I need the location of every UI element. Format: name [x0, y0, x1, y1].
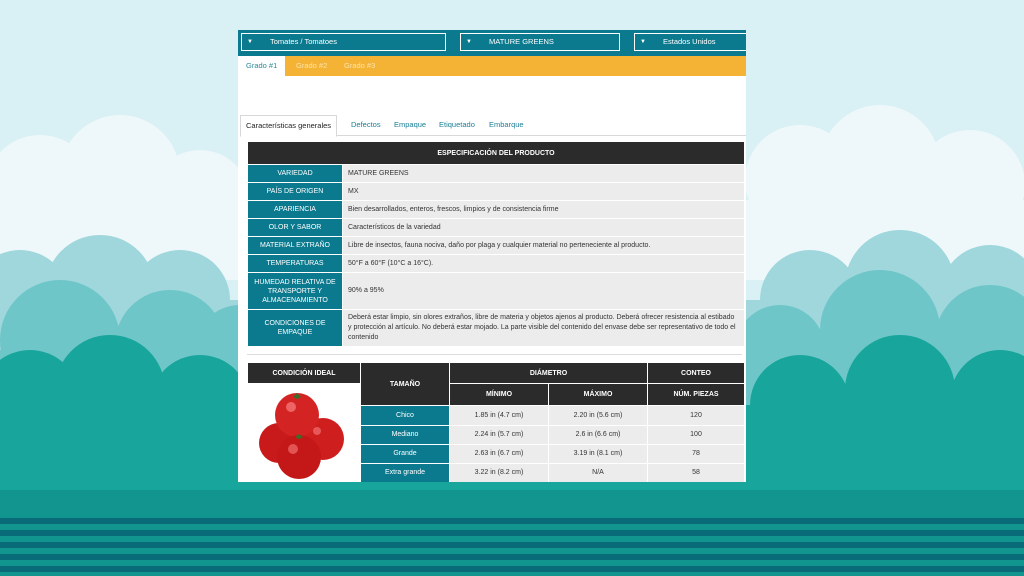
spec-value: 50°F a 60°F (10°C a 16°C). — [343, 255, 744, 272]
grade-tabs: Grado #1 Grado #2 Grado #3 — [238, 56, 746, 76]
min-value: 2.63 in (6.7 cm) — [450, 444, 548, 463]
spec-value: 90% a 95% — [343, 273, 744, 309]
max-value: 2.6 in (6.6 cm) — [549, 425, 647, 444]
tab-empaque[interactable]: Empaque — [389, 115, 431, 135]
table-row: PAÍS DE ORIGEN MX — [248, 183, 744, 200]
size-label: Mediano — [361, 425, 449, 444]
tab-embarque[interactable]: Embarque — [484, 115, 529, 135]
product-dropdown[interactable]: ▼ Tomates / Tomatoes — [241, 33, 446, 51]
spec-value: Característicos de la variedad — [343, 219, 744, 236]
country-dropdown-value: Estados Unidos — [663, 37, 716, 46]
table-row: TEMPERATURAS 50°F a 60°F (10°C a 16°C). — [248, 255, 744, 272]
country-dropdown[interactable]: ▼ Estados Unidos — [634, 33, 746, 51]
tab-defectos[interactable]: Defectos — [346, 115, 386, 135]
spec-label: MATERIAL EXTRAÑO — [248, 237, 342, 254]
tomato-image — [248, 384, 360, 482]
chevron-down-icon: ▼ — [466, 39, 472, 45]
diameter-header: DIÁMETRO — [450, 363, 647, 383]
tomato-image-graphic — [259, 393, 344, 479]
table-row: MATERIAL EXTRAÑO Libre de insectos, faun… — [248, 237, 744, 254]
pieces-header: NÚM. PIEZAS — [648, 384, 744, 406]
spec-label: VARIEDAD — [248, 165, 342, 182]
size-header: TAMAÑO — [361, 363, 449, 406]
spec-label: OLOR Y SABOR — [248, 219, 342, 236]
tab-etiquetado[interactable]: Etiquetado — [434, 115, 480, 135]
count-value: 120 — [648, 406, 744, 425]
min-header: MÍNIMO — [450, 384, 548, 406]
max-value: N/A — [549, 463, 647, 482]
tab-grade-3[interactable]: Grado #3 — [336, 56, 383, 76]
min-value: 1.85 in (4.7 cm) — [450, 406, 548, 425]
spec-table: ESPECIFICACIÓN DEL PRODUCTO VARIEDAD MAT… — [247, 141, 745, 347]
count-value: 78 — [648, 444, 744, 463]
ideal-header: CONDICIÓN IDEAL — [248, 363, 360, 383]
spec-label: APARIENCIA — [248, 201, 342, 218]
filter-bar: ▼ Tomates / Tomatoes ▼ MATURE GREENS ▼ E… — [238, 30, 746, 56]
max-header: MÁXIMO — [549, 384, 647, 406]
size-label: Chico — [361, 406, 449, 425]
divider — [247, 354, 742, 355]
spec-value: Deberá estar limpio, sin olores extraños… — [343, 310, 744, 346]
table-row: VARIEDAD MATURE GREENS — [248, 165, 744, 182]
min-value: 3.22 in (8.2 cm) — [450, 463, 548, 482]
product-panel: ▼ Tomates / Tomatoes ▼ MATURE GREENS ▼ E… — [238, 30, 746, 482]
min-value: 2.24 in (5.7 cm) — [450, 425, 548, 444]
spec-label: TEMPERATURAS — [248, 255, 342, 272]
spec-value: Bien desarrollados, enteros, frescos, li… — [343, 201, 744, 218]
table-row: HUMEDAD RELATIVA DE TRANSPORTE Y ALMACEN… — [248, 273, 744, 309]
max-value: 3.19 in (8.1 cm) — [549, 444, 647, 463]
spec-value: MX — [343, 183, 744, 200]
size-label: Extra grande — [361, 463, 449, 482]
product-dropdown-value: Tomates / Tomatoes — [270, 37, 337, 46]
spec-value: Libre de insectos, fauna nociva, daño po… — [343, 237, 744, 254]
max-value: 2.20 in (5.6 cm) — [549, 406, 647, 425]
spec-title: ESPECIFICACIÓN DEL PRODUCTO — [248, 142, 744, 164]
spec-label: CONDICIONES DE EMPAQUE — [248, 310, 342, 346]
variety-dropdown[interactable]: ▼ MATURE GREENS — [460, 33, 620, 51]
spec-label: PAÍS DE ORIGEN — [248, 183, 342, 200]
table-row: OLOR Y SABOR Característicos de la varie… — [248, 219, 744, 236]
table-row: APARIENCIA Bien desarrollados, enteros, … — [248, 201, 744, 218]
sizes-table: CONDICIÓN IDEAL TAMAÑO DIÁMETRO CONTEO M… — [247, 362, 745, 482]
tab-grade-2[interactable]: Grado #2 — [288, 56, 335, 76]
spec-label: HUMEDAD RELATIVA DE TRANSPORTE Y ALMACEN… — [248, 273, 342, 309]
tab-caracteristicas[interactable]: Características generales — [240, 115, 338, 137]
chevron-down-icon: ▼ — [247, 39, 253, 45]
variety-dropdown-value: MATURE GREENS — [489, 37, 554, 46]
chevron-down-icon: ▼ — [640, 39, 646, 45]
count-value: 58 — [648, 463, 744, 482]
size-label: Grande — [361, 444, 449, 463]
tab-grade-1[interactable]: Grado #1 — [238, 56, 286, 76]
table-row: CONDICIONES DE EMPAQUE Deberá estar limp… — [248, 310, 744, 346]
section-tabs: Características generales Defectos Empaq… — [240, 115, 746, 137]
count-value: 100 — [648, 425, 744, 444]
count-header: CONTEO — [648, 363, 744, 383]
spec-value: MATURE GREENS — [343, 165, 744, 182]
